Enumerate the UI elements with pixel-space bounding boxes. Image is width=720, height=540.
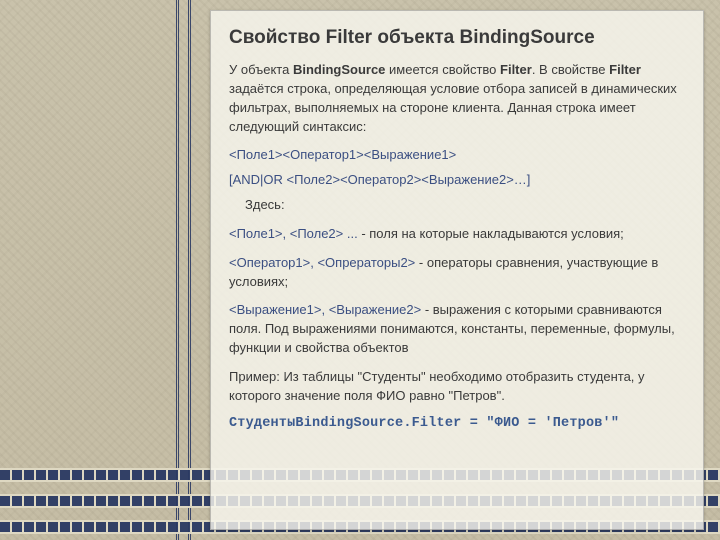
content-card: Свойство Filter объекта BindingSource У … [210, 10, 704, 530]
text: У объекта [229, 62, 293, 77]
decor-vline-1 [176, 0, 179, 540]
def-italic: выражениями [292, 321, 376, 336]
def-expressions: <Выражение1>, <Выражение2> - выражения с… [229, 301, 685, 358]
def-term: <Поле1>, <Поле2> ... [229, 226, 358, 241]
term-filter: Filter [500, 62, 532, 77]
example-intro: Пример: Из таблицы "Студенты" необходимо… [229, 368, 685, 406]
def-operators: <Оператор1>, <Опрераторы2> - операторы с… [229, 254, 685, 292]
def-term: <Оператор1>, <Опрераторы2> [229, 255, 415, 270]
def-term: <Выражение1>, <Выражение2> [229, 302, 421, 317]
intro-paragraph: У объекта BindingSource имеется свойство… [229, 61, 685, 136]
text: . В свойстве [532, 62, 609, 77]
syntax-line-1: <Поле1><Оператор1><Выражение1> [229, 146, 685, 165]
here-label: Здесь: [229, 196, 685, 215]
term-bindingsource: BindingSource [293, 62, 385, 77]
decor-vline-2 [188, 0, 191, 540]
def-fields: <Поле1>, <Поле2> ... - поля на которые н… [229, 225, 685, 244]
term-filter: Filter [609, 62, 641, 77]
text: имеется свойство [385, 62, 500, 77]
text: задаётся строка, определяющая условие от… [229, 81, 677, 134]
code-line: СтудентыBindingSource.Filter = "ФИО = 'П… [229, 416, 685, 431]
def-text: - поля на которые накладываются условия; [358, 226, 624, 241]
syntax-line-2: [AND|OR <Поле2><Оператор2><Выражение2>…] [229, 171, 685, 190]
slide-title: Свойство Filter объекта BindingSource [229, 27, 685, 49]
